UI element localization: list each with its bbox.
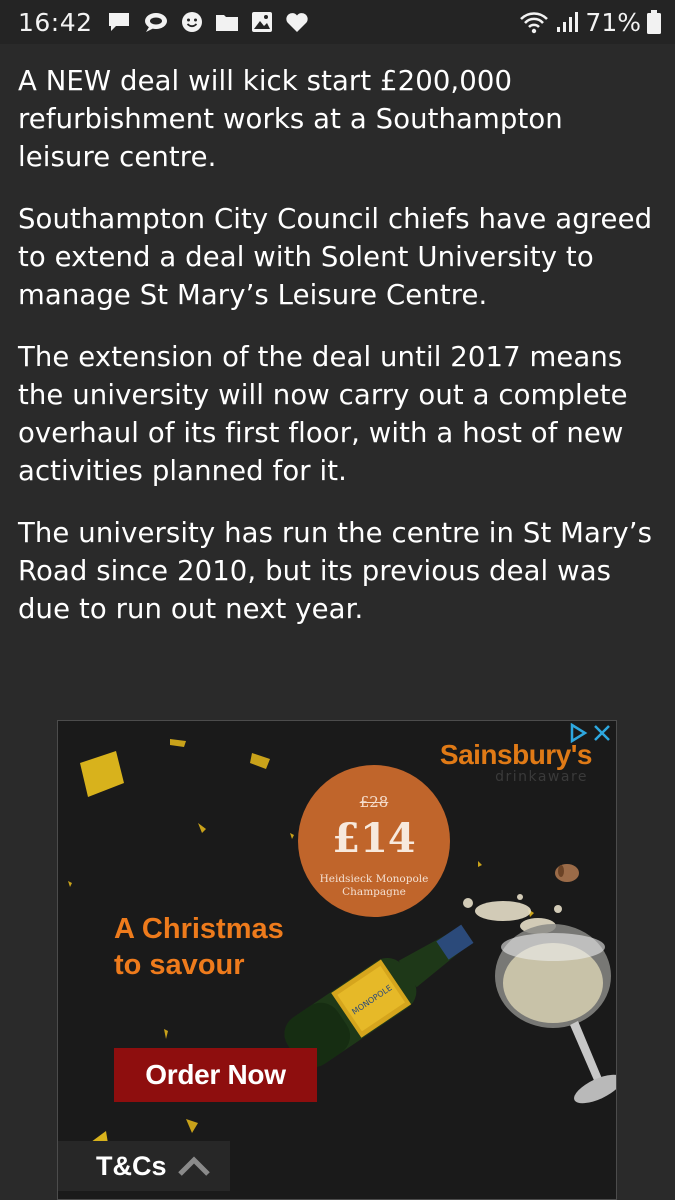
heart-icon [285,13,308,32]
status-time: 16:42 [18,7,93,37]
gallery-icon [251,12,272,32]
wifi-icon [520,12,549,34]
ad-headline-line: to savour [114,949,245,981]
article-paragraph: The university has run the centre in St … [18,517,653,625]
champagne-glass [495,924,616,1104]
smiley-icon [181,12,202,32]
brand-name: Sainsbury's [439,739,593,770]
folder-icon [215,15,238,31]
ad-headline-line: A Christmas [114,913,284,945]
ad-headline: A Christmas to savour [114,911,284,983]
battery-percent: 71% [585,7,641,37]
message-icon [108,13,129,31]
article-body: A NEW deal will kick start £200,000 refu… [18,62,663,652]
notification-icons [107,11,309,33]
status-bar: 16:42 71% [0,0,675,44]
close-icon[interactable] [592,723,612,743]
product-name: Heidsieck Monopole Champagne [319,873,429,898]
brand-subtitle: drinkaware [495,769,588,785]
new-price: £14 [332,815,416,862]
battery-icon [647,10,661,34]
order-now-button[interactable]: Order Now [114,1048,317,1102]
price-badge: £28 £14 Heidsieck Monopole Champagne [298,765,450,917]
article-paragraph: The extension of the deal until 2017 mea… [18,341,628,487]
old-price: £28 [359,793,389,811]
signal-icon [557,12,579,32]
champagne-cork [555,864,579,882]
article-paragraph: Southampton City Council chiefs have agr… [18,203,653,311]
article-paragraph: A NEW deal will kick start £200,000 refu… [18,65,563,173]
terms-and-conditions-toggle[interactable]: T&Cs [58,1141,230,1191]
chat-bubble-icon [144,13,167,32]
brand-logo: Sainsbury's drinkaware [439,739,593,785]
system-status: 71% [519,8,661,37]
terms-label: T&Cs [96,1150,167,1181]
advertisement-banner[interactable]: MONOPOLE Sainsbury's drinkaware £28 £14 … [57,720,617,1200]
chevron-up-icon [177,1156,210,1176]
